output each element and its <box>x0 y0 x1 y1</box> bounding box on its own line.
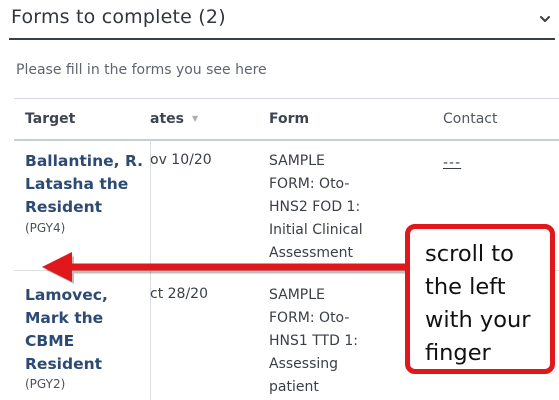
target-pgy: (PGY2) <box>25 377 66 391</box>
date-cell: ov 10/20 <box>150 152 212 168</box>
table-top-border <box>14 98 559 99</box>
annotation-callout: scroll to the left with your finger <box>405 224 555 374</box>
column-header-contact: Contact <box>443 111 498 127</box>
date-cell: ct 28/20 <box>150 286 208 302</box>
section-subtitle: Please fill in the forms you see here <box>16 62 267 78</box>
forms-section-header[interactable]: Forms to complete (2) <box>0 0 559 40</box>
column-header-form[interactable]: Form <box>269 111 309 127</box>
form-name: SAMPLE FORM: Oto- HNS2 FOD 1: Initial Cl… <box>269 153 363 261</box>
chevron-down-icon[interactable] <box>538 12 552 26</box>
table-header-divider <box>14 139 559 141</box>
header-divider <box>9 38 555 40</box>
sort-desc-icon: ▼ <box>191 114 199 123</box>
target-name-link[interactable]: Lamovec, Mark the CBME Resident <box>25 284 145 376</box>
annotation-text: scroll to the left with your finger <box>425 241 531 366</box>
column-header-target[interactable]: Target <box>25 111 75 127</box>
target-name-link[interactable]: Ballantine, R. Latasha the Resident <box>25 150 145 219</box>
target-pgy: (PGY4) <box>25 221 66 235</box>
section-title: Forms to complete (2) <box>11 6 226 28</box>
column-header-dates[interactable]: ates ▼ <box>150 111 198 127</box>
contact-link[interactable]: --- <box>443 155 461 171</box>
form-name: SAMPLE FORM: Oto- HNS1 TTD 1: Assessing … <box>269 287 358 395</box>
